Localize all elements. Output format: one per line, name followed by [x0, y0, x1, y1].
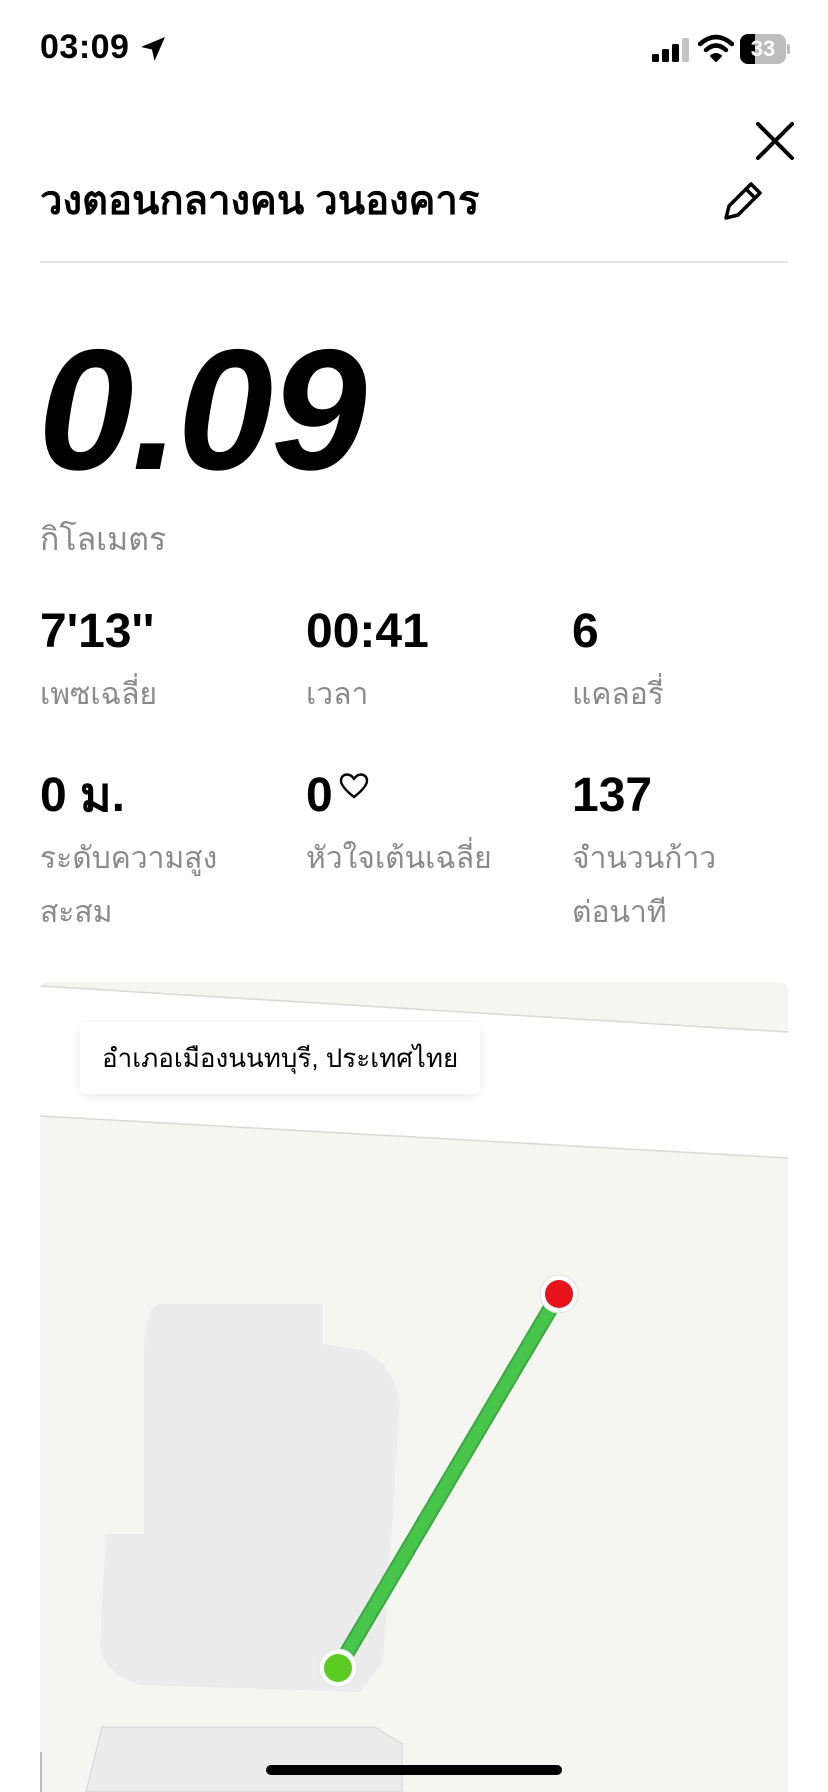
location-label: อำเภอเมืองนนทบุรี, ประเทศไทย	[80, 1022, 481, 1094]
stat-time: 00:41 เวลา	[306, 604, 546, 722]
heart-outline-icon	[339, 773, 368, 799]
battery-percent: 33	[750, 36, 776, 61]
cadence-label: จำนวนก้าวต่อนาที	[572, 842, 717, 929]
cadence-value: 137	[572, 769, 653, 822]
calories-value: 6	[572, 605, 599, 658]
stat-elevation: 0 ม. ระดับความสูงสะสม	[40, 768, 240, 940]
time-label: เวลา	[306, 678, 369, 711]
time-value: 00:41	[306, 605, 429, 658]
pace-label: เพซเฉลี่ย	[40, 678, 158, 711]
pace-value: 7'13''	[40, 605, 155, 658]
home-indicator[interactable]	[266, 1765, 562, 1775]
cellular-signal-icon	[652, 38, 689, 62]
end-marker	[545, 1280, 573, 1308]
calories-label: แคลอรี่	[572, 678, 664, 711]
distance-unit: กิโลเมตร	[40, 521, 167, 557]
status-time: 03:09	[40, 28, 130, 66]
heart-rate-value: 0	[306, 769, 333, 822]
route-map[interactable]: อำเภอเมืองนนทบุรี, ประเทศไทย	[40, 982, 788, 1792]
stat-calories: 6 แคลอรี่	[572, 604, 812, 722]
map-canvas	[40, 985, 788, 1792]
battery-body: 33	[740, 34, 786, 64]
stat-heart-rate: 0 หัวใจเต้นเฉลี่ย	[306, 768, 556, 886]
start-marker	[324, 1654, 352, 1682]
map-building	[85, 1726, 403, 1792]
heart-rate-value-row: 0	[306, 768, 556, 824]
location-arrow-icon	[141, 37, 165, 61]
heart-rate-label: หัวใจเต้นเฉลี่ย	[306, 842, 492, 875]
stat-cadence: 137 จำนวนก้าวต่อนาที	[572, 768, 752, 940]
status-bar: 03:09 33	[0, 0, 828, 100]
close-icon[interactable]	[752, 118, 798, 164]
distance-value: 0.09	[38, 314, 367, 506]
elevation-value: 0 ม.	[40, 769, 126, 822]
stat-pace: 7'13'' เพซเฉลี่ย	[40, 604, 280, 722]
activity-title: วงตอนกลางคน วนองคาร	[40, 179, 480, 223]
pencil-icon[interactable]	[718, 176, 768, 226]
battery-cap	[787, 44, 790, 54]
elevation-label: ระดับความสูงสะสม	[40, 842, 218, 929]
header-divider	[40, 261, 788, 263]
wifi-icon	[698, 34, 734, 62]
battery-icon: 33	[740, 34, 790, 64]
